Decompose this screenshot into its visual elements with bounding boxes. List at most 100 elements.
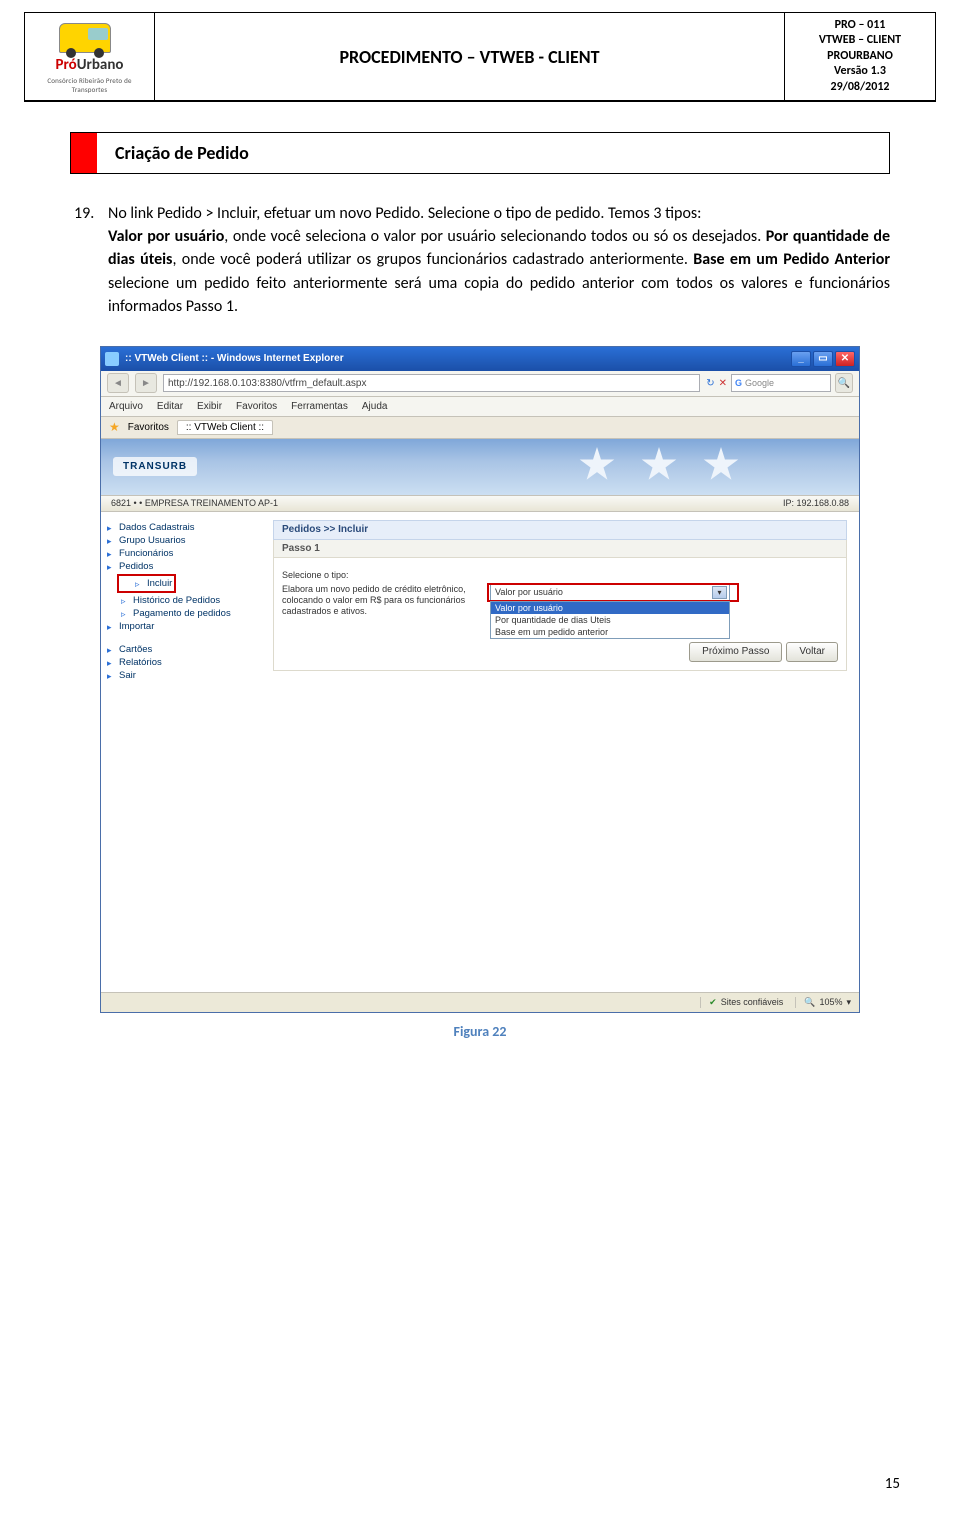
sidebar-label: Pagamento de pedidos: [133, 608, 231, 619]
meta-system: VTWEB – CLIENT: [787, 33, 933, 49]
bullet-icon: [107, 562, 115, 570]
transurb-logo: TRANSURB: [113, 457, 197, 476]
logo-text-pro: Pró: [56, 56, 77, 74]
sidebar-label: Importar: [119, 621, 154, 632]
browser-status-bar: ✔ Sites confiáveis 🔍 105% ▾: [101, 992, 859, 1012]
sidebar-subitem-historico[interactable]: Histórico de Pedidos: [121, 595, 255, 606]
item-body: No link Pedido > Incluir, efetuar um nov…: [108, 202, 890, 318]
dropdown-option-valor[interactable]: Valor por usuário: [491, 602, 729, 614]
item-text-3: , onde você poderá utilizar os grupos fu…: [172, 250, 693, 269]
sidebar-label: Dados Cadastrais: [119, 522, 195, 533]
item-text-2: , onde você seleciona o valor por usuári…: [224, 227, 765, 246]
chevron-down-icon: ▾: [846, 997, 851, 1008]
sidebar-subitem-incluir[interactable]: Incluir: [135, 578, 172, 589]
back-button[interactable]: ◄: [107, 373, 129, 393]
address-bar[interactable]: http://192.168.0.103:8380/vtfrm_default.…: [163, 374, 700, 392]
sidebar-highlight-incluir: Incluir: [117, 574, 176, 593]
back-button-form[interactable]: Voltar: [786, 642, 838, 662]
section-title: Criação de Pedido: [97, 133, 249, 173]
menu-ferramentas[interactable]: Ferramentas: [291, 401, 348, 412]
minimize-button[interactable]: _: [791, 351, 811, 367]
info-company: 6821 • • EMPRESA TREINAMENTO AP-1: [111, 498, 278, 508]
page-content: Criação de Pedido 19. No link Pedido > I…: [0, 102, 960, 1040]
sidebar-label: Relatórios: [119, 657, 162, 668]
sidebar-item-importar[interactable]: Importar: [107, 621, 255, 632]
document-header: PróUrbano Consórcio Ribeirão Preto de Tr…: [25, 13, 935, 101]
close-button[interactable]: ✕: [835, 351, 855, 367]
bullet-icon: [107, 622, 115, 630]
menu-ajuda[interactable]: Ajuda: [362, 401, 388, 412]
sidebar-item-grupo[interactable]: Grupo Usuarios: [107, 535, 255, 546]
site-info-bar: 6821 • • EMPRESA TREINAMENTO AP-1 IP: 19…: [101, 495, 859, 512]
sidebar-label: Sair: [119, 670, 136, 681]
section-heading-box: Criação de Pedido: [70, 132, 890, 174]
bullet-icon: [107, 658, 115, 666]
zoom-value: 105%: [819, 997, 842, 1007]
sidebar-item-dados[interactable]: Dados Cadastrais: [107, 522, 255, 533]
dropdown-option-dias[interactable]: Por quantidade de dias Uteis: [491, 614, 729, 626]
refresh-icon[interactable]: ↻: [706, 378, 714, 389]
sidebar-item-funcionarios[interactable]: Funcionários: [107, 548, 255, 559]
status-zoom[interactable]: 🔍 105% ▾: [795, 997, 851, 1008]
meta-org: PROURBANO: [787, 49, 933, 65]
browser-menu-bar: Arquivo Editar Exibir Favoritos Ferramen…: [101, 397, 859, 417]
stop-icon[interactable]: ✕: [719, 378, 727, 389]
instruction-item-19: 19. No link Pedido > Incluir, efetuar um…: [74, 202, 890, 318]
btn-label: Voltar: [799, 646, 825, 657]
chevron-down-icon[interactable]: ▾: [712, 586, 727, 599]
meta-date: 29/08/2012: [787, 80, 933, 96]
star-icon[interactable]: ★: [109, 420, 120, 434]
webpage-area: TRANSURB 6821 • • EMPRESA TREINAMENTO AP…: [101, 439, 859, 1012]
section-accent-bar: [71, 133, 97, 173]
bullet-icon: [107, 549, 115, 557]
info-ip: IP: 192.168.0.88: [783, 498, 849, 508]
sidebar-label: Funcionários: [119, 548, 173, 559]
prourbano-logo: PróUrbano: [45, 19, 135, 74]
browser-tab[interactable]: :: VTWeb Client ::: [177, 420, 273, 435]
banner-star-icon: [579, 447, 615, 483]
dropdown-option-anterior[interactable]: Base em um pedido anterior: [491, 626, 729, 638]
search-go-button[interactable]: 🔍: [835, 373, 853, 393]
sidebar-item-relatorios[interactable]: Relatórios: [107, 657, 255, 668]
sidebar-label: Incluir: [147, 578, 172, 589]
sidebar-item-pedidos[interactable]: Pedidos: [107, 561, 255, 572]
check-icon: ✔: [709, 997, 717, 1008]
sidebar-subitem-pagamento[interactable]: Pagamento de pedidos: [121, 608, 255, 619]
sidebar-item-sair[interactable]: Sair: [107, 670, 255, 681]
sidebar-label: Histórico de Pedidos: [133, 595, 220, 606]
site-sidebar: Dados Cadastrais Grupo Usuarios Funcioná…: [101, 512, 261, 832]
menu-exibir[interactable]: Exibir: [197, 401, 222, 412]
search-engine-label: Google: [745, 378, 774, 388]
bullet-icon: [121, 609, 129, 617]
window-titlebar: :: VTWeb Client :: - Windows Internet Ex…: [101, 347, 859, 371]
bullet-icon: [121, 596, 129, 604]
status-zone: ✔ Sites confiáveis: [700, 997, 783, 1008]
forward-button[interactable]: ►: [135, 373, 157, 393]
btn-label: Próximo Passo: [702, 646, 769, 657]
pane-breadcrumb: Pedidos >> Incluir: [273, 520, 847, 540]
item-number: 19.: [74, 202, 108, 318]
favorites-bar: ★ Favoritos :: VTWeb Client ::: [101, 417, 859, 439]
bullet-icon: [107, 671, 115, 679]
type-select[interactable]: Valor por usuário ▾: [490, 584, 730, 601]
search-box[interactable]: G Google: [731, 374, 831, 392]
next-step-button[interactable]: Próximo Passo: [689, 642, 782, 662]
menu-favoritos[interactable]: Favoritos: [236, 401, 277, 412]
meta-version: Versão 1.3: [787, 64, 933, 80]
instruction-list: 19. No link Pedido > Incluir, efetuar um…: [74, 202, 890, 318]
page-frame: PróUrbano Consórcio Ribeirão Preto de Tr…: [24, 12, 936, 102]
content-pane: Pedidos >> Incluir Passo 1 Selecione o t…: [261, 512, 859, 832]
maximize-button[interactable]: ▭: [813, 351, 833, 367]
sidebar-item-cartoes[interactable]: Cartões: [107, 644, 255, 655]
logo-subtitle: Consórcio Ribeirão Preto de Transportes: [31, 76, 148, 94]
bullet-icon: [135, 579, 143, 587]
bullet-icon: [107, 536, 115, 544]
address-toolbar: ◄ ► http://192.168.0.103:8380/vtfrm_defa…: [101, 371, 859, 397]
pane-step-label: Passo 1: [273, 540, 847, 558]
pane-body: Selecione o tipo: Elabora um novo pedido…: [273, 558, 847, 671]
sidebar-label: Pedidos: [119, 561, 153, 572]
page-number: 15: [885, 1475, 900, 1493]
menu-editar[interactable]: Editar: [157, 401, 183, 412]
type-dropdown: Valor por usuário Por quantidade de dias…: [490, 601, 730, 639]
menu-arquivo[interactable]: Arquivo: [109, 401, 143, 412]
